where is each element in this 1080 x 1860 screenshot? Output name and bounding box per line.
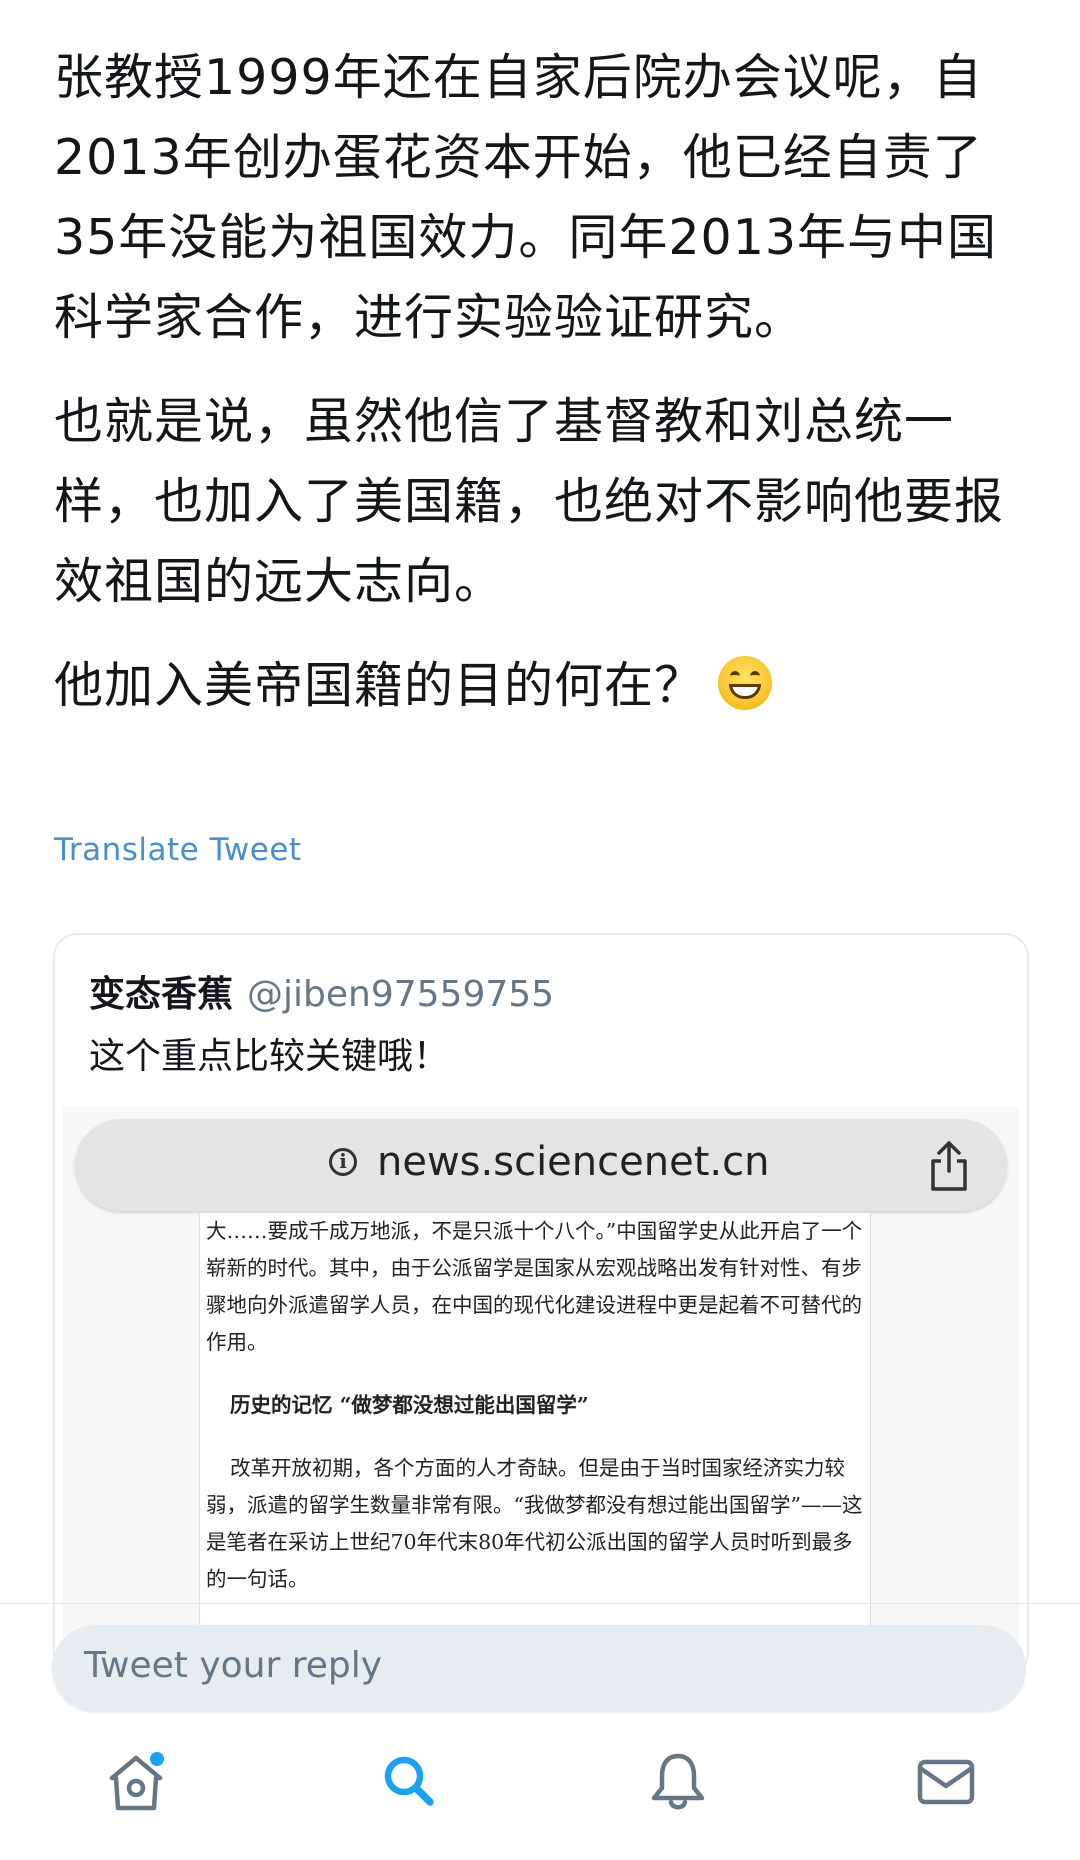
quoted-tweet-text: 这个重点比较关键哦！ <box>89 1036 450 1077</box>
browser-url-text: news.sciencenet.cn <box>377 1139 770 1185</box>
share-icon <box>931 1141 967 1191</box>
quoted-tweet-header: 变态香蕉 @jiben97559755 <box>89 965 554 1017</box>
quoted-screenshot-image[interactable]: news.sciencenet.cn 大……要成千成万地派，不是只派十个八个。”… <box>63 1107 1019 1667</box>
article-paragraph-2: 改革开放初期，各个方面的人才奇缺。但是由于当时国家经济实力较弱，派遣的留学生数量… <box>206 1456 863 1591</box>
info-icon <box>329 1148 357 1176</box>
browser-url-bar: news.sciencenet.cn <box>75 1119 1007 1211</box>
tweet-paragraph-3: 他加入美帝国籍的目的何在？ <box>54 646 1044 726</box>
quoted-author-handle: @jiben97559755 <box>247 974 555 1015</box>
tab-search[interactable] <box>368 1742 448 1822</box>
home-icon <box>109 1755 163 1811</box>
article-paragraph-1: 大……要成千成万地派，不是只派十个八个。”中国留学史从此开启了一个崭新的时代。其… <box>206 1219 863 1354</box>
quoted-tweet-card[interactable]: 变态香蕉 @jiben97559755 这个重点比较关键哦！ news.scien… <box>53 933 1029 1677</box>
reply-placeholder: Tweet your reply <box>84 1645 383 1686</box>
divider <box>0 1603 1080 1604</box>
translate-tweet-link[interactable]: Translate Tweet <box>54 832 302 868</box>
search-icon <box>384 1756 434 1806</box>
reply-input[interactable]: Tweet your reply <box>52 1625 1026 1711</box>
tweet-paragraph-1: 张教授1999年还在自家后院办会议呢，自2013年创办蛋花资本开始，他已经自责了… <box>54 49 998 346</box>
unread-dot-icon <box>150 1752 164 1766</box>
article-heading: 历史的记忆 “做梦都没想过能出国留学” <box>230 1393 589 1417</box>
tab-home[interactable] <box>96 1742 176 1822</box>
notifications-icon <box>651 1753 705 1810</box>
article-excerpt: 大……要成千成万地派，不是只派十个八个。”中国留学史从此开启了一个崭新的时代。其… <box>199 1213 871 1667</box>
tab-notifications[interactable] <box>638 1742 718 1822</box>
tab-messages[interactable] <box>906 1742 986 1822</box>
tweet-paragraph-3-text: 他加入美帝国籍的目的何在？ <box>54 657 705 714</box>
tweet-body: 张教授1999年还在自家后院办会议呢，自2013年创办蛋花资本开始，他已经自责了… <box>54 38 1044 726</box>
bottom-tab-bar <box>0 1742 1080 1860</box>
messages-icon <box>917 1759 975 1805</box>
grinning-face-emoji-icon <box>718 656 773 710</box>
tweet-paragraph-2: 也就是说，虽然他信了基督教和刘总统一样，也加入了美国籍，也绝对不影响他要报效祖国… <box>54 393 1005 610</box>
quoted-author-name: 变态香蕉 <box>89 974 234 1015</box>
